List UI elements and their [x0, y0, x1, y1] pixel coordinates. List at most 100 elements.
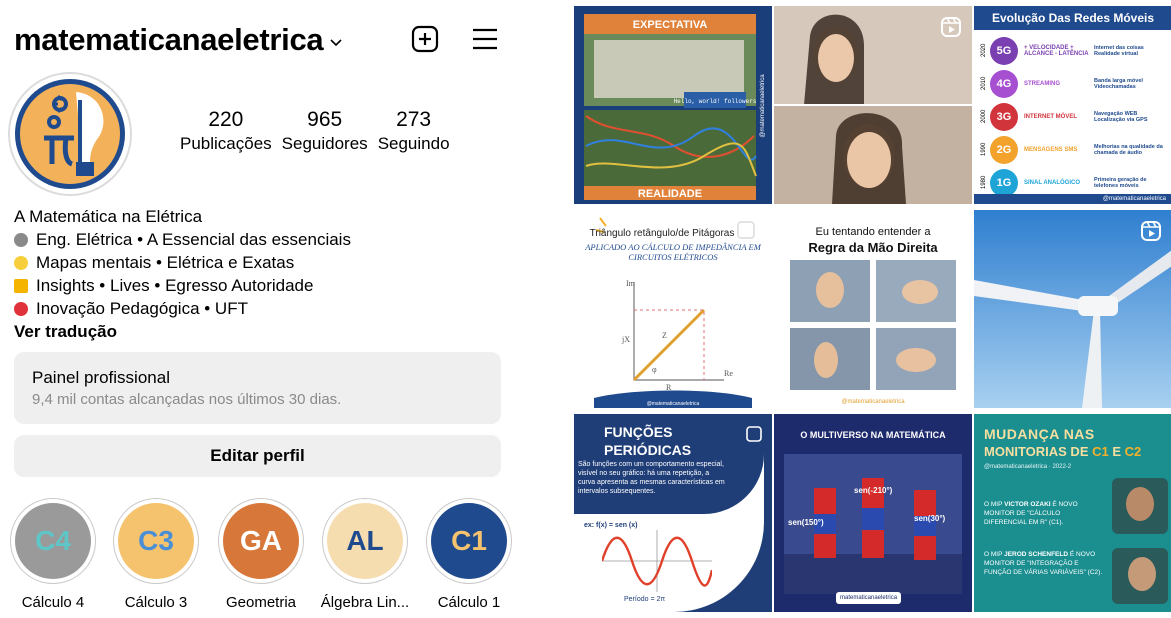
- stat-label: Seguidores: [281, 134, 368, 153]
- stat-number: 273: [396, 108, 432, 131]
- year-label: 1990: [981, 142, 987, 156]
- stat-following[interactable]: 273 Seguindo: [378, 108, 450, 154]
- post-caption-bottom: REALIDADE: [638, 188, 702, 200]
- stat-followers[interactable]: 965 Seguidores: [282, 108, 368, 154]
- stat-posts[interactable]: 220 Publicações: [180, 108, 272, 154]
- highlight-label: Cálculo 1: [437, 594, 501, 611]
- post-artwork: Triângulo retângulo/de Pitágoras APLICAD…: [574, 210, 772, 408]
- title-and: E: [1108, 444, 1125, 459]
- post-title: O MULTIVERSO NA MATEMÁTICA: [800, 430, 946, 440]
- professional-dashboard[interactable]: Painel profissional 9,4 mil contas alcan…: [14, 352, 501, 424]
- edit-profile-button[interactable]: Editar perfil: [14, 435, 501, 477]
- post-evolucao-redes[interactable]: Evolução Das Redes Móveis 2020 5G + VELO…: [974, 6, 1171, 204]
- post-line-2: Regra da Mão Direita: [808, 240, 938, 255]
- post-title-2: MONITORIAS DE C1 E C2: [984, 444, 1141, 459]
- carousel-icon: [746, 426, 762, 442]
- profile-username: matematicanaeletrica: [14, 22, 324, 57]
- see-translation-link[interactable]: Ver tradução: [14, 320, 351, 343]
- highlight-ring: AL: [322, 498, 408, 584]
- network-row: 2020 5G + VELOCIDADE + ALCANCE - LATÊNCI…: [978, 34, 1168, 67]
- post-body: São funções com um comportamento especia…: [578, 461, 725, 495]
- network-row: 1990 2G MENSAGENS SMS Melhorias na quali…: [978, 133, 1168, 166]
- post-handle: @matematicanaeletrica: [841, 399, 905, 405]
- course-c2: C2: [1124, 444, 1142, 459]
- year-label: 1980: [981, 175, 987, 189]
- generation-feature: MENSAGENS SMS: [1024, 146, 1078, 153]
- label-z: Z: [662, 331, 667, 340]
- highlight-ring: C3: [113, 498, 199, 584]
- post-funcoes-periodicas[interactable]: FUNÇÕES PERIÓDICAS São funções com um co…: [574, 414, 772, 612]
- network-row: 2000 3G INTERNET MÓVEL Navegação WEB Loc…: [978, 100, 1168, 133]
- post-mudanca-monitorias[interactable]: MUDANÇA NAS MONITORIAS DE C1 E C2 @matem…: [974, 414, 1171, 612]
- post-regra-mao-direita[interactable]: Eu tentando entender a Regra da Mão Dire…: [774, 210, 972, 408]
- generation-feature: SINAL ANALÓGICO: [1024, 179, 1081, 186]
- generation-feature: + VELOCIDADE + ALCANCE - LATÊNCIA: [1024, 44, 1089, 57]
- bio-line: Mapas mentais • Elétrica e Exatas: [14, 251, 351, 274]
- subject-tag: C4: [748, 594, 764, 608]
- dashboard-title: Painel profissional: [32, 368, 170, 387]
- period-label: Período = 2π: [624, 596, 666, 603]
- course-c1: C1: [1092, 444, 1109, 459]
- stat-number: 220: [208, 108, 244, 131]
- generation-badge: 3G: [990, 102, 1018, 131]
- profile-avatar[interactable]: [8, 72, 132, 196]
- highlight-ring: GA: [218, 498, 304, 584]
- network-list: 2020 5G + VELOCIDADE + ALCANCE - LATÊNCI…: [978, 34, 1168, 199]
- highlight-cover: C1: [431, 503, 507, 579]
- bio-text: Insights • Lives • Egresso Autoridade: [36, 276, 314, 295]
- label-jx: jX: [621, 335, 630, 344]
- post-reel-video[interactable]: [774, 6, 972, 204]
- generation-info: Navegação WEB Localização via GPS: [1094, 110, 1148, 123]
- posts-grid: EXPECTATIVA Hello, world! followers REAL…: [574, 6, 1171, 612]
- sine-graph: [602, 530, 712, 592]
- label-sen-150: sen(150°): [788, 518, 824, 527]
- generation-info: Banda larga móvel Videochamadas: [1094, 77, 1143, 90]
- highlight-cover: AL: [327, 503, 403, 579]
- highlight-label: Álgebra Lin...: [320, 594, 410, 611]
- label-sen-30: sen(30°): [914, 514, 946, 523]
- post-caption-top: EXPECTATIVA: [633, 19, 708, 31]
- highlight-label: Geometria: [225, 594, 297, 611]
- username-switcher[interactable]: matematicanaeletrica: [14, 22, 343, 58]
- reel-icon: [1141, 221, 1161, 241]
- create-post-icon[interactable]: [410, 24, 440, 54]
- text-part: O MIP: [984, 501, 1005, 508]
- generation-feature: INTERNET MÓVEL: [1024, 113, 1078, 120]
- highlight-geometria[interactable]: GA Geometria: [215, 498, 307, 611]
- highlight-calculo-3[interactable]: C3 Cálculo 3: [110, 498, 202, 611]
- highlight-cover: GA: [223, 503, 299, 579]
- post-subtitle: APLICADO AO CÁLCULO DE IMPEDÂNCIA EM CIR…: [585, 242, 761, 262]
- highlight-algebra-linear[interactable]: AL Álgebra Lin...: [319, 498, 411, 611]
- post-example: ex: f(x) = sen (x): [584, 522, 638, 529]
- menu-icon[interactable]: [470, 24, 500, 54]
- lightning-icon: [14, 278, 28, 293]
- highlight-calculo-4[interactable]: C4 Cálculo 4: [7, 498, 99, 611]
- generation-feature: STREAMING: [1024, 80, 1060, 87]
- highlight-cover: C3: [118, 503, 194, 579]
- generation-badge: 1G: [990, 168, 1018, 197]
- axis-label-im: Im: [626, 279, 636, 288]
- generation-badge: 2G: [990, 135, 1018, 164]
- post-pitagoras-impedancia[interactable]: Triângulo retângulo/de Pitágoras APLICAD…: [574, 210, 772, 408]
- top-actions: [410, 24, 500, 54]
- highlight-label: Cálculo 4: [21, 594, 85, 611]
- post-reel-turbine[interactable]: [974, 210, 1171, 408]
- monitor-1-text: O MIP VICTOR OZAKI É NOVO MONITOR DE "CÁ…: [984, 500, 1104, 527]
- stat-label: Seguindo: [377, 134, 450, 153]
- bio-text: Mapas mentais • Elétrica e Exatas: [36, 253, 295, 272]
- lcd-text: Hello, world! followers: [674, 98, 757, 105]
- post-expectativa-realidade[interactable]: EXPECTATIVA Hello, world! followers REAL…: [574, 6, 772, 204]
- bio-line: Inovação Pedagógica • UFT: [14, 297, 351, 320]
- post-line-1: Eu tentando entender a: [815, 226, 931, 238]
- generation-badge: 5G: [990, 36, 1018, 65]
- stat-number: 965: [307, 108, 343, 131]
- profile-panel: matematicanaeletrica 220 Publicações 965 S…: [0, 0, 520, 618]
- bio-line: Eng. Elétrica • A Essencial das essencia…: [14, 228, 351, 251]
- post-multiverso[interactable]: O MULTIVERSO NA MATEMÁTICA sen(-210°) se…: [774, 414, 972, 612]
- post-handle: matematicanaeletrica: [836, 592, 902, 604]
- post-handle: @matematicanaeletrica: [760, 74, 766, 138]
- bio-name: A Matemática na Elétrica: [14, 207, 203, 226]
- label-sen-neg-210: sen(-210°): [854, 486, 893, 495]
- post-handle: @matematicanaeletrica: [974, 194, 1171, 204]
- highlight-calculo-1[interactable]: C1 Cálculo 1: [423, 498, 515, 611]
